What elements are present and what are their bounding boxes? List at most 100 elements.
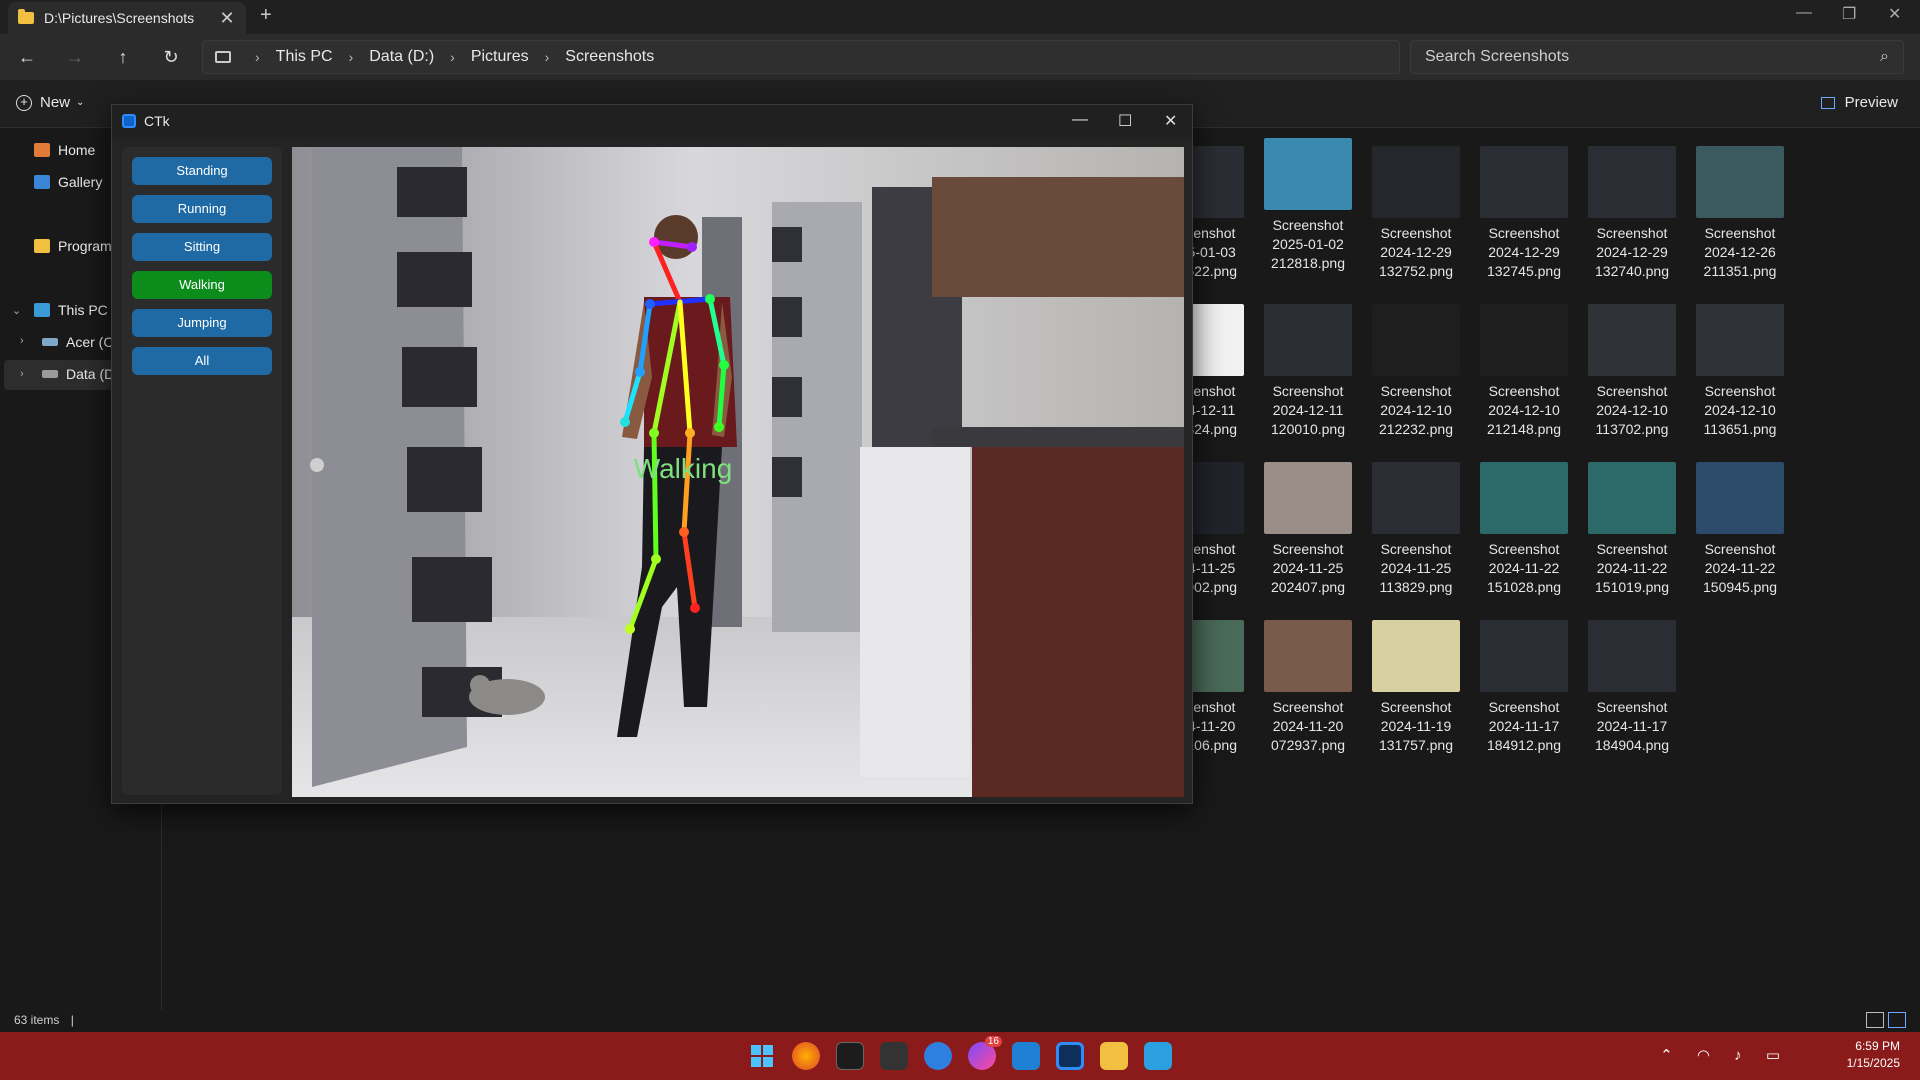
- chevron-down-icon[interactable]: ⌄: [12, 304, 21, 317]
- all-button[interactable]: All: [132, 347, 272, 375]
- file-tile[interactable]: Screenshot 2024-11-17 184904.png: [1582, 612, 1682, 755]
- forward-arrow-icon[interactable]: →: [62, 44, 88, 70]
- minimize-icon[interactable]: —: [1796, 4, 1812, 22]
- standing-button[interactable]: Standing: [132, 157, 272, 185]
- refresh-icon[interactable]: ↻: [158, 44, 184, 70]
- details-view-icon[interactable]: [1866, 1012, 1884, 1028]
- file-tile[interactable]: Screenshot 2024-11-19 131757.png: [1366, 612, 1466, 755]
- terminal-icon[interactable]: [836, 1042, 864, 1070]
- file-tile[interactable]: Screenshot 2024-12-29 132740.png: [1582, 138, 1682, 281]
- chevron-right-icon: ›: [255, 49, 260, 65]
- file-thumbnail: [1480, 462, 1568, 534]
- computer-icon: [34, 303, 50, 317]
- file-name-line: Screenshot: [1704, 541, 1776, 557]
- ctk-app-icon[interactable]: [1056, 1042, 1084, 1070]
- breadcrumb-this-pc[interactable]: This PC: [276, 48, 333, 66]
- preview-pane-icon: [1820, 96, 1835, 109]
- chevron-right-icon: ›: [348, 49, 354, 65]
- drive-icon: [42, 370, 58, 378]
- preview-button[interactable]: Preview: [1820, 94, 1898, 111]
- address-bar[interactable]: › This PC › Data (D:) › Pictures › Scree…: [202, 40, 1400, 74]
- jumping-button[interactable]: Jumping: [132, 309, 272, 337]
- maximize-icon[interactable]: ❐: [1842, 4, 1856, 24]
- pose-estimation-frame: Walking: [292, 147, 1184, 797]
- media-icon[interactable]: [880, 1042, 908, 1070]
- file-tile[interactable]: Screenshot 2024-11-22 151019.png: [1582, 454, 1682, 597]
- chevron-right-icon: ›: [450, 49, 455, 65]
- running-button[interactable]: Running: [132, 195, 272, 223]
- tiles-view-icon[interactable]: [1888, 1012, 1906, 1028]
- messenger-icon[interactable]: 16: [968, 1036, 1002, 1070]
- activity-overlay-label: Walking: [634, 453, 733, 484]
- file-tile[interactable]: Screenshot 2024-11-17 184912.png: [1474, 612, 1574, 755]
- chevron-right-icon[interactable]: ›: [20, 368, 24, 380]
- file-tile[interactable]: Screenshot 2024-12-10 212232.png: [1366, 296, 1466, 439]
- minimize-icon[interactable]: —: [1072, 111, 1088, 129]
- new-tab-button[interactable]: +: [260, 4, 272, 27]
- back-arrow-icon[interactable]: ←: [14, 44, 40, 70]
- file-name-line: 2024-12-10: [1488, 402, 1560, 418]
- file-name-line: Screenshot: [1380, 383, 1452, 399]
- file-name-line: 184904.png: [1595, 737, 1669, 753]
- file-thumbnail: [1588, 462, 1676, 534]
- file-tile[interactable]: Screenshot 2024-12-10 212148.png: [1474, 296, 1574, 439]
- system-tray-icons[interactable]: ⌃ ◠ ♪ ▭: [1660, 1046, 1790, 1064]
- breadcrumb-pictures[interactable]: Pictures: [471, 48, 529, 66]
- file-thumbnail: [1588, 620, 1676, 692]
- file-name-line: 2024-12-29: [1488, 244, 1560, 260]
- sidebar-item-this-pc[interactable]: This PC: [34, 302, 108, 318]
- file-tile[interactable]: Screenshot 2024-11-25 113829.png: [1366, 454, 1466, 597]
- windows-start-icon[interactable]: [748, 1042, 776, 1070]
- walking-button[interactable]: Walking: [132, 271, 272, 299]
- file-tile[interactable]: Screenshot 2024-12-29 132745.png: [1474, 138, 1574, 281]
- file-tile[interactable]: Screenshot 2024-12-10 113651.png: [1690, 296, 1790, 439]
- file-name-line: Screenshot: [1272, 699, 1344, 715]
- file-name-line: 2024-11-17: [1488, 718, 1560, 734]
- sidebar-item-acer[interactable]: Acer (C:): [42, 334, 122, 350]
- file-tile[interactable]: Screenshot 2024-11-22 151028.png: [1474, 454, 1574, 597]
- up-arrow-icon[interactable]: ↑: [110, 44, 136, 70]
- file-tile[interactable]: Screenshot 2024-12-11 120010.png: [1258, 296, 1358, 439]
- file-name-line: 131757.png: [1379, 737, 1453, 753]
- new-label: New: [40, 94, 71, 111]
- file-explorer-icon[interactable]: [1100, 1042, 1128, 1070]
- breadcrumb-data-d[interactable]: Data (D:): [369, 48, 434, 66]
- file-tile[interactable]: Screenshot 2024-12-29 132752.png: [1366, 138, 1466, 281]
- file-tile[interactable]: Screenshot 2024-11-20 072937.png: [1258, 612, 1358, 755]
- file-name-line: 2024-12-11: [1272, 402, 1344, 418]
- file-tile[interactable]: Screenshot 2024-11-22 150945.png: [1690, 454, 1790, 597]
- search-input[interactable]: Search Screenshots ⌕: [1410, 40, 1904, 74]
- clock-date: 1/15/2025: [1846, 1056, 1900, 1070]
- breadcrumb-screenshots[interactable]: Screenshots: [565, 48, 654, 66]
- file-name-line: 202407.png: [1271, 579, 1345, 595]
- clock[interactable]: 6:59 PM 1/15/2025: [1847, 1038, 1900, 1072]
- explorer-tab[interactable]: D:\Pictures\Screenshots ✕: [8, 2, 246, 34]
- sitting-button[interactable]: Sitting: [132, 233, 272, 261]
- file-name-line: 2025-01-02: [1272, 236, 1344, 252]
- maximize-icon[interactable]: ☐: [1118, 111, 1132, 131]
- paint-icon[interactable]: [1144, 1042, 1172, 1070]
- sidebar-item-home[interactable]: Home: [34, 142, 95, 158]
- file-tile[interactable]: Screenshot 2024-12-10 113702.png: [1582, 296, 1682, 439]
- vscode-icon[interactable]: [1012, 1042, 1040, 1070]
- new-button[interactable]: + New ⌄: [16, 94, 84, 111]
- sidebar-item-gallery[interactable]: Gallery: [34, 174, 102, 190]
- file-name-line: 2024-11-22: [1488, 560, 1560, 576]
- file-tile[interactable]: Screenshot 2024-12-26 211351.png: [1690, 138, 1790, 281]
- file-name-line: 2024-12-10: [1596, 402, 1668, 418]
- tab-close-button[interactable]: ✕: [218, 8, 236, 29]
- kitchen-shelf: [932, 177, 1184, 297]
- file-name-line: 132745.png: [1487, 263, 1561, 279]
- sidebar-item-programs[interactable]: Programm: [34, 238, 123, 254]
- file-name-line: Screenshot: [1272, 217, 1344, 233]
- close-icon[interactable]: ✕: [1888, 4, 1901, 24]
- file-name-line: 113829.png: [1379, 579, 1453, 595]
- close-icon[interactable]: ✕: [1164, 111, 1177, 131]
- firefox-icon[interactable]: [792, 1042, 820, 1070]
- file-tile[interactable]: Screenshot 2025-01-02 212818.png: [1258, 138, 1358, 273]
- file-tile[interactable]: Screenshot 2024-11-25 202407.png: [1258, 454, 1358, 597]
- explorer-tab-bar: D:\Pictures\Screenshots ✕ + — ❐ ✕: [0, 0, 1920, 34]
- browser-icon[interactable]: [924, 1042, 952, 1070]
- file-thumbnail: [1588, 304, 1676, 376]
- chevron-right-icon[interactable]: ›: [20, 335, 24, 347]
